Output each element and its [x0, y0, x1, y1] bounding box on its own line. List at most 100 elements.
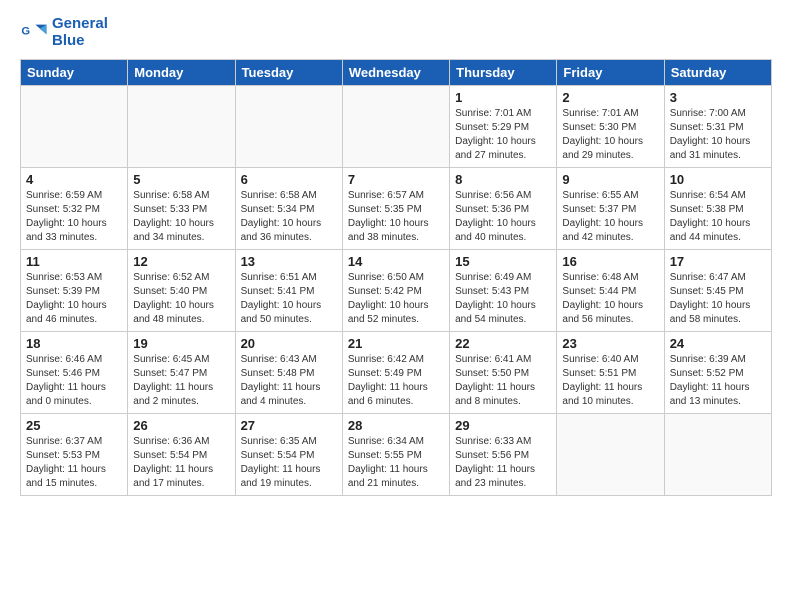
day-info: Sunrise: 6:45 AMSunset: 5:47 PMDaylight:… [133, 353, 229, 409]
day-info: Sunrise: 6:48 AMSunset: 5:44 PMDaylight:… [562, 271, 658, 327]
calendar-week-3: 11 Sunrise: 6:53 AMSunset: 5:39 PMDayligh… [21, 250, 772, 332]
day-number: 6 [241, 172, 337, 187]
day-number: 17 [670, 254, 766, 269]
day-info: Sunrise: 6:43 AMSunset: 5:48 PMDaylight:… [241, 353, 337, 409]
day-number: 10 [670, 172, 766, 187]
day-info: Sunrise: 6:34 AMSunset: 5:55 PMDaylight:… [348, 435, 444, 491]
day-info: Sunrise: 6:49 AMSunset: 5:43 PMDaylight:… [455, 271, 551, 327]
day-number: 3 [670, 90, 766, 105]
day-info: Sunrise: 6:55 AMSunset: 5:37 PMDaylight:… [562, 189, 658, 245]
header: G General Blue [20, 16, 772, 49]
day-number: 15 [455, 254, 551, 269]
calendar-week-4: 18 Sunrise: 6:46 AMSunset: 5:46 PMDayligh… [21, 332, 772, 414]
day-info: Sunrise: 6:59 AMSunset: 5:32 PMDaylight:… [26, 189, 122, 245]
calendar-cell [128, 86, 235, 168]
day-number: 27 [241, 418, 337, 433]
day-number: 22 [455, 336, 551, 351]
calendar-header-row: SundayMondayTuesdayWednesdayThursdayFrid… [21, 60, 772, 86]
calendar-cell: 5Sunrise: 6:58 AMSunset: 5:33 PMDaylight… [128, 168, 235, 250]
calendar-cell [21, 86, 128, 168]
calendar-cell: 20 Sunrise: 6:43 AMSunset: 5:48 PMDayligh… [235, 332, 342, 414]
day-info: Sunrise: 6:50 AMSunset: 5:42 PMDaylight:… [348, 271, 444, 327]
day-info: Sunrise: 6:54 AMSunset: 5:38 PMDaylight:… [670, 189, 766, 245]
day-info: Sunrise: 6:51 AMSunset: 5:41 PMDaylight:… [241, 271, 337, 327]
day-info: Sunrise: 6:36 AMSunset: 5:54 PMDaylight:… [133, 435, 229, 491]
svg-text:G: G [21, 25, 30, 37]
calendar-cell: 8Sunrise: 6:56 AMSunset: 5:36 PMDaylight… [450, 168, 557, 250]
calendar-week-1: 1 Sunrise: 7:01 AMSunset: 5:29 PMDaylight… [21, 86, 772, 168]
day-info: Sunrise: 6:40 AMSunset: 5:51 PMDaylight:… [562, 353, 658, 409]
day-info: Sunrise: 7:01 AMSunset: 5:29 PMDaylight:… [455, 107, 551, 163]
calendar-cell: 18 Sunrise: 6:46 AMSunset: 5:46 PMDayligh… [21, 332, 128, 414]
calendar-cell: 22 Sunrise: 6:41 AMSunset: 5:50 PMDayligh… [450, 332, 557, 414]
calendar-week-2: 4 Sunrise: 6:59 AMSunset: 5:32 PMDaylight… [21, 168, 772, 250]
day-info: Sunrise: 7:01 AMSunset: 5:30 PMDaylight:… [562, 107, 658, 163]
day-number: 13 [241, 254, 337, 269]
day-info: Sunrise: 6:53 AMSunset: 5:39 PMDaylight:… [26, 271, 122, 327]
calendar-cell: 7Sunrise: 6:57 AMSunset: 5:35 PMDaylight… [342, 168, 449, 250]
day-info: Sunrise: 7:00 AMSunset: 5:31 PMDaylight:… [670, 107, 766, 163]
calendar-cell [664, 414, 771, 496]
day-number: 12 [133, 254, 229, 269]
calendar-cell: 2 Sunrise: 7:01 AMSunset: 5:30 PMDaylight… [557, 86, 664, 168]
day-number: 24 [670, 336, 766, 351]
calendar-cell: 28 Sunrise: 6:34 AMSunset: 5:55 PMDayligh… [342, 414, 449, 496]
day-info: Sunrise: 6:39 AMSunset: 5:52 PMDaylight:… [670, 353, 766, 409]
day-number: 28 [348, 418, 444, 433]
day-info: Sunrise: 6:58 AMSunset: 5:34 PMDaylight:… [241, 189, 337, 245]
day-info: Sunrise: 6:42 AMSunset: 5:49 PMDaylight:… [348, 353, 444, 409]
day-number: 1 [455, 90, 551, 105]
day-number: 16 [562, 254, 658, 269]
calendar-header-tuesday: Tuesday [235, 60, 342, 86]
logo-text: General Blue [52, 16, 108, 49]
calendar-cell: 11 Sunrise: 6:53 AMSunset: 5:39 PMDayligh… [21, 250, 128, 332]
day-number: 29 [455, 418, 551, 433]
calendar-header-saturday: Saturday [664, 60, 771, 86]
calendar-cell: 26 Sunrise: 6:36 AMSunset: 5:54 PMDayligh… [128, 414, 235, 496]
calendar-week-5: 25Sunrise: 6:37 AMSunset: 5:53 PMDayligh… [21, 414, 772, 496]
calendar-cell [557, 414, 664, 496]
calendar-cell: 3 Sunrise: 7:00 AMSunset: 5:31 PMDaylight… [664, 86, 771, 168]
day-number: 18 [26, 336, 122, 351]
calendar-cell: 21 Sunrise: 6:42 AMSunset: 5:49 PMDayligh… [342, 332, 449, 414]
calendar-cell: 10 Sunrise: 6:54 AMSunset: 5:38 PMDayligh… [664, 168, 771, 250]
day-number: 23 [562, 336, 658, 351]
logo: G General Blue [20, 16, 108, 49]
calendar-cell: 12Sunrise: 6:52 AMSunset: 5:40 PMDayligh… [128, 250, 235, 332]
day-info: Sunrise: 6:47 AMSunset: 5:45 PMDaylight:… [670, 271, 766, 327]
calendar-header-friday: Friday [557, 60, 664, 86]
day-info: Sunrise: 6:41 AMSunset: 5:50 PMDaylight:… [455, 353, 551, 409]
day-info: Sunrise: 6:58 AMSunset: 5:33 PMDaylight:… [133, 189, 229, 245]
day-info: Sunrise: 6:37 AMSunset: 5:53 PMDaylight:… [26, 435, 122, 491]
calendar-cell: 14 Sunrise: 6:50 AMSunset: 5:42 PMDayligh… [342, 250, 449, 332]
day-info: Sunrise: 6:33 AMSunset: 5:56 PMDaylight:… [455, 435, 551, 491]
calendar-cell [342, 86, 449, 168]
calendar-cell: 9 Sunrise: 6:55 AMSunset: 5:37 PMDaylight… [557, 168, 664, 250]
day-number: 4 [26, 172, 122, 187]
calendar-cell: 13 Sunrise: 6:51 AMSunset: 5:41 PMDayligh… [235, 250, 342, 332]
calendar-cell: 29 Sunrise: 6:33 AMSunset: 5:56 PMDayligh… [450, 414, 557, 496]
calendar-cell [235, 86, 342, 168]
day-number: 2 [562, 90, 658, 105]
calendar-cell: 16 Sunrise: 6:48 AMSunset: 5:44 PMDayligh… [557, 250, 664, 332]
day-number: 20 [241, 336, 337, 351]
calendar-cell: 27Sunrise: 6:35 AMSunset: 5:54 PMDayligh… [235, 414, 342, 496]
calendar-cell: 1 Sunrise: 7:01 AMSunset: 5:29 PMDaylight… [450, 86, 557, 168]
day-info: Sunrise: 6:56 AMSunset: 5:36 PMDaylight:… [455, 189, 551, 245]
calendar-header-monday: Monday [128, 60, 235, 86]
day-number: 26 [133, 418, 229, 433]
calendar-cell: 17 Sunrise: 6:47 AMSunset: 5:45 PMDayligh… [664, 250, 771, 332]
logo-icon: G [20, 19, 48, 47]
day-number: 11 [26, 254, 122, 269]
day-number: 19 [133, 336, 229, 351]
day-number: 14 [348, 254, 444, 269]
day-number: 9 [562, 172, 658, 187]
day-info: Sunrise: 6:46 AMSunset: 5:46 PMDaylight:… [26, 353, 122, 409]
day-info: Sunrise: 6:57 AMSunset: 5:35 PMDaylight:… [348, 189, 444, 245]
day-number: 21 [348, 336, 444, 351]
calendar-cell: 6 Sunrise: 6:58 AMSunset: 5:34 PMDaylight… [235, 168, 342, 250]
calendar-header-wednesday: Wednesday [342, 60, 449, 86]
calendar-header-sunday: Sunday [21, 60, 128, 86]
page: G General Blue SundayMondayTuesdayWednes… [0, 0, 792, 506]
calendar-cell: 23 Sunrise: 6:40 AMSunset: 5:51 PMDayligh… [557, 332, 664, 414]
